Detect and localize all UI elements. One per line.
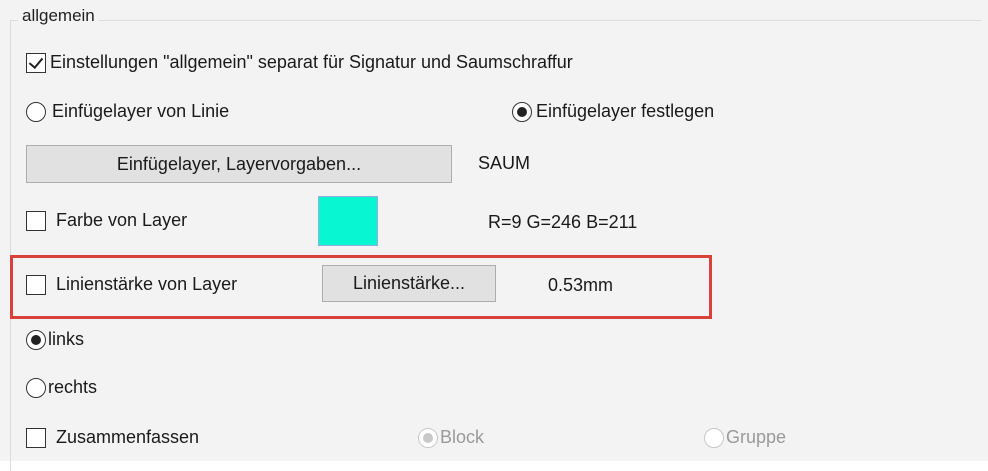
lineweight-button[interactable]: Linienstärke... (322, 265, 496, 302)
layer-settings-button[interactable]: Einfügelayer, Layervorgaben... (26, 145, 452, 183)
combine-checkbox[interactable] (26, 427, 46, 448)
color-swatch[interactable] (318, 196, 378, 246)
settings-panel: allgemein Einstellungen "allgemein" sepa… (0, 0, 988, 471)
group-label: allgemein (18, 6, 99, 26)
color-from-layer-label: Farbe von Layer (56, 210, 188, 230)
insert-layer-fixed-radio[interactable] (512, 101, 532, 122)
combine-group-label: Gruppe (726, 427, 787, 447)
color-from-layer-checkbox[interactable] (26, 210, 46, 231)
side-right-label: rechts (48, 377, 98, 397)
insert-layer-fixed-row[interactable]: Einfügelayer festlegen (512, 101, 714, 122)
combine-label: Zusammenfassen (56, 427, 200, 447)
combine-block-radio[interactable] (418, 427, 438, 448)
insert-layer-fixed-label: Einfügelayer festlegen (536, 101, 715, 121)
group-box-allgemein (10, 20, 981, 471)
side-left-row[interactable]: links (26, 329, 84, 350)
color-from-layer-row[interactable]: Farbe von Layer (26, 210, 187, 231)
combine-row[interactable]: Zusammenfassen (26, 427, 199, 448)
lineweight-from-layer-checkbox[interactable] (26, 274, 46, 295)
side-left-radio[interactable] (26, 329, 46, 350)
lineweight-from-layer-label: Linienstärke von Layer (56, 274, 238, 294)
side-left-label: links (48, 329, 85, 349)
combine-block-row[interactable]: Block (418, 427, 484, 448)
combine-group-row[interactable]: Gruppe (704, 427, 786, 448)
separate-settings-checkbox[interactable] (26, 52, 46, 73)
side-right-radio[interactable] (26, 377, 46, 398)
insert-layer-from-line-label: Einfügelayer von Linie (52, 101, 230, 121)
lineweight-from-layer-row[interactable]: Linienstärke von Layer (26, 274, 237, 295)
separate-settings-label: Einstellungen "allgemein" separat für Si… (50, 52, 573, 72)
layer-name-value: SAUM (478, 153, 531, 173)
separate-settings-row[interactable]: Einstellungen "allgemein" separat für Si… (26, 52, 573, 73)
insert-layer-from-line-radio[interactable] (26, 101, 46, 122)
lineweight-value: 0.53mm (548, 275, 614, 295)
combine-block-label: Block (440, 427, 485, 447)
combine-group-radio[interactable] (704, 427, 724, 448)
side-right-row[interactable]: rechts (26, 377, 97, 398)
insert-layer-from-line-row[interactable]: Einfügelayer von Linie (26, 101, 229, 122)
color-value: R=9 G=246 B=211 (488, 212, 638, 232)
